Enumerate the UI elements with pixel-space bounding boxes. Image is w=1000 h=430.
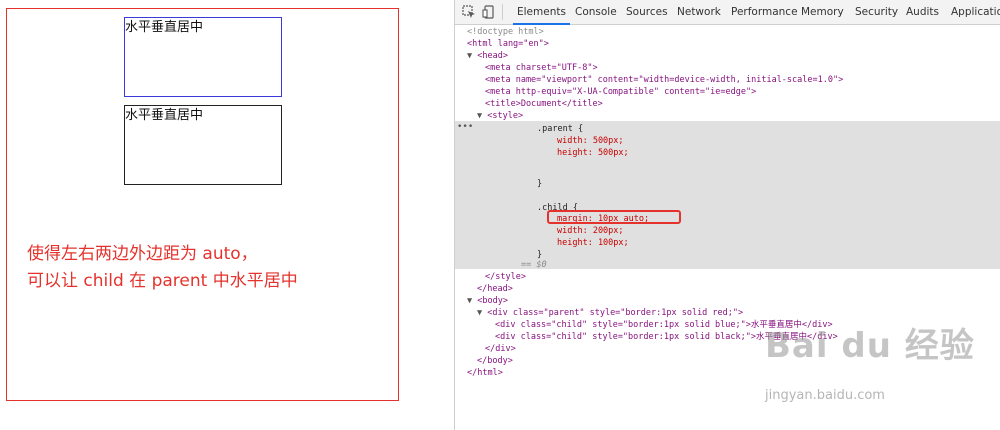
child-box-black: 水平垂直居中 [124,105,282,185]
watermark-logo: Bai du 经验 [765,326,975,366]
tab-security[interactable]: Security [855,0,898,25]
tree-line[interactable]: <meta name="viewport" content="width=dev… [455,74,1000,86]
child-box-black-text: 水平垂直居中 [125,108,204,123]
inspect-element-icon[interactable] [462,5,476,19]
annotation-line-1: 使得左右两边外边距为 auto， [27,244,258,264]
watermark-url: jingyan.baidu.com [765,388,885,403]
tab-memory[interactable]: Memory [801,0,844,25]
tree-line[interactable]: <title>Document</title> [455,98,1000,110]
annotation-line-2: 可以让 child 在 parent 中水平居中 [27,271,298,291]
tab-elements[interactable]: Elements [513,0,570,25]
child-box-blue: 水平垂直居中 [124,17,282,97]
tree-line[interactable]: ▼ <head> [455,50,1000,62]
tab-application[interactable]: Application [951,0,1000,25]
css-line: width: 500px; [557,136,624,146]
tree-line[interactable]: </style> [455,271,1000,283]
device-toolbar-icon[interactable] [482,5,496,19]
css-line: margin: 10px auto; [557,214,650,224]
dollar-zero-ref: == $0 [521,260,547,270]
tree-line[interactable]: <!doctype html> [455,26,1000,38]
tab-console[interactable]: Console [575,0,617,25]
baidu-jingyan-watermark: Bai du 经验 jingyan.baidu.com [765,318,985,410]
css-line: height: 500px; [557,148,629,158]
margin-highlight-box [547,210,681,224]
tree-line[interactable]: <meta charset="UTF-8"> [455,62,1000,74]
css-line: .parent { [537,124,584,134]
tab-sources[interactable]: Sources [626,0,668,25]
tree-line[interactable]: <html lang="en"> [455,38,1000,50]
annotation-note: 使得左右两边外边距为 auto， 可以让 child 在 parent 中水平居… [27,241,298,295]
devtools-toolbar: Elements Console Sources Network Perform… [455,0,1000,25]
css-line: } [537,179,543,189]
css-line: width: 200px; [557,226,624,236]
child-box-blue-text: 水平垂直居中 [125,20,204,35]
tree-line[interactable]: <meta http-equiv="X-UA-Compatible" conte… [455,86,1000,98]
css-line: height: 100px; [557,238,629,248]
tab-performance[interactable]: Performance [731,0,798,25]
tab-network[interactable]: Network [677,0,721,25]
tree-line[interactable]: ▼ <style> [455,110,1000,122]
page-viewport: 水平垂直居中 水平垂直居中 使得左右两边外边距为 auto， 可以让 child… [0,0,454,430]
parent-box: 水平垂直居中 水平垂直居中 使得左右两边外边距为 auto， 可以让 child… [6,8,399,401]
tree-line[interactable]: </head> [455,283,1000,295]
tab-audits[interactable]: Audits [906,0,939,25]
toolbar-separator [502,4,503,20]
tree-line[interactable]: ▼ <body> [455,295,1000,307]
